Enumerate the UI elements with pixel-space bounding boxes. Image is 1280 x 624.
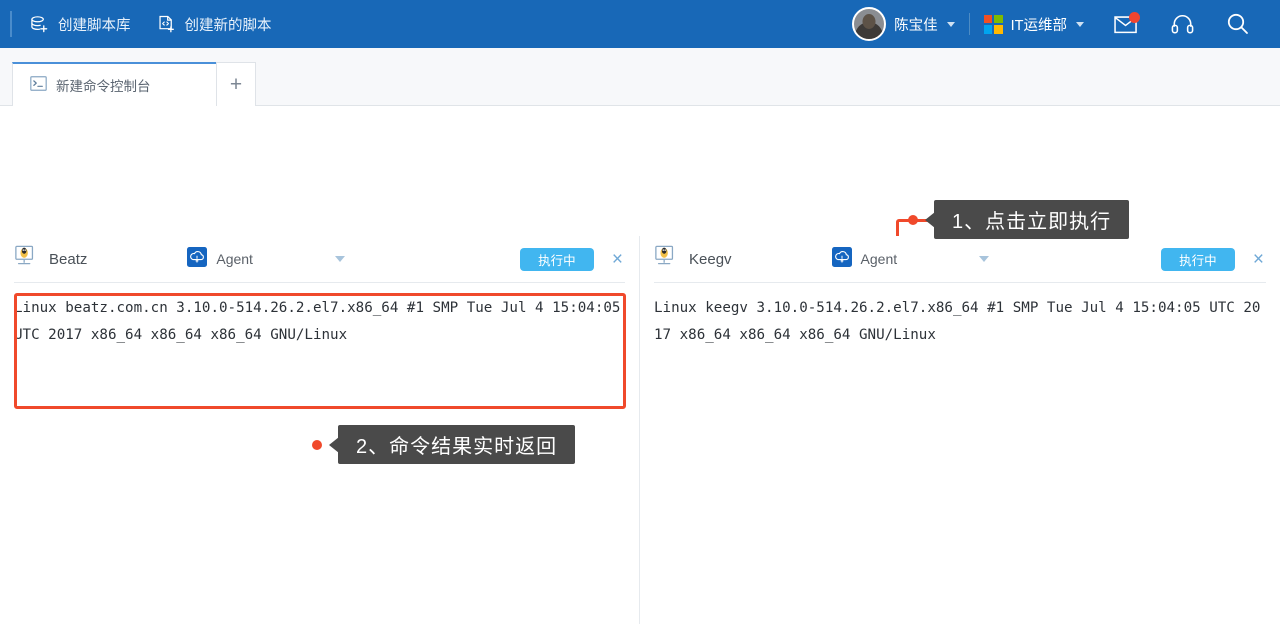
tab-new-command-console[interactable]: 新建命令控制台 <box>12 62 224 106</box>
close-icon[interactable]: × <box>612 250 623 269</box>
chevron-down-icon <box>947 22 955 27</box>
add-tab-button[interactable]: + <box>216 62 256 106</box>
cloud-agent-icon <box>832 247 852 272</box>
avatar <box>852 7 886 41</box>
host-panel-keegv: Keegv Agent 执行中 × Linux keegv 3.10.0-514… <box>640 236 1280 624</box>
panel-header: Beatz Agent 执行中 × <box>14 236 625 283</box>
callout-dot-icon <box>908 215 918 225</box>
callout-step-1: 1、点击立即执行 <box>934 200 1129 239</box>
callout-step-2-text: 2、命令结果实时返回 <box>356 430 557 459</box>
host-name: Keegv <box>689 251 732 268</box>
user-menu[interactable]: 陈宝佳 <box>838 0 969 48</box>
terminal-icon <box>30 76 47 94</box>
linux-monitor-icon <box>14 245 38 273</box>
callout-dot-icon <box>312 440 322 450</box>
mail-unread-badge <box>1129 12 1140 23</box>
status-badge[interactable]: 执行中 <box>1161 248 1235 271</box>
agent-label: Agent <box>216 251 253 267</box>
panel-header: Keegv Agent 执行中 × <box>654 236 1266 283</box>
create-new-script-label: 创建新的脚本 <box>185 14 272 35</box>
agent-label: Agent <box>861 251 898 267</box>
mail-button[interactable] <box>1098 0 1154 48</box>
cloud-agent-icon <box>187 247 207 272</box>
add-tab-label: + <box>230 73 242 97</box>
top-nav-right-group: 陈宝佳 IT运维部 <box>838 0 1280 48</box>
command-output: Linux keegv 3.10.0-514.26.2.el7.x86_64 #… <box>654 295 1266 349</box>
callout-pointer-icon <box>925 212 935 228</box>
output-panels: Beatz Agent 执行中 × Linux beatz.com.cn 3.1… <box>0 236 1280 624</box>
top-nav-left-group: 创建脚本库 创建新的脚本 <box>0 0 290 48</box>
create-script-library-button[interactable]: 创建脚本库 <box>22 0 149 48</box>
linux-monitor-icon <box>654 245 678 273</box>
chevron-down-icon[interactable] <box>335 256 345 262</box>
callout-step-1-text: 1、点击立即执行 <box>952 205 1111 234</box>
command-output: Linux beatz.com.cn 3.10.0-514.26.2.el7.x… <box>14 295 625 349</box>
status-badge[interactable]: 执行中 <box>520 248 594 271</box>
tab-strip: 新建命令控制台 + <box>0 48 1280 106</box>
nav-left-divider <box>10 11 12 37</box>
callout-step-2: 2、命令结果实时返回 <box>338 425 575 464</box>
search-icon <box>1226 12 1250 36</box>
agent-indicator: Agent <box>832 247 898 272</box>
create-script-library-label: 创建脚本库 <box>58 14 131 35</box>
callout-pointer-icon <box>329 437 339 453</box>
windows-logo-icon <box>984 15 1003 34</box>
support-button[interactable] <box>1154 0 1210 48</box>
close-icon[interactable]: × <box>1253 250 1264 269</box>
code-file-add-icon <box>157 15 176 34</box>
create-new-script-button[interactable]: 创建新的脚本 <box>149 0 290 48</box>
user-name: 陈宝佳 <box>894 14 938 35</box>
tab-label: 新建命令控制台 <box>56 75 151 95</box>
chevron-down-icon <box>1076 22 1084 27</box>
department-name: IT运维部 <box>1011 14 1067 35</box>
database-add-icon <box>30 15 49 34</box>
search-button[interactable] <box>1210 0 1266 48</box>
department-menu[interactable]: IT运维部 <box>970 0 1098 48</box>
host-name: Beatz <box>49 251 87 268</box>
chevron-down-icon[interactable] <box>979 256 989 262</box>
top-navigation-bar: 创建脚本库 创建新的脚本 陈宝佳 <box>0 0 1280 48</box>
agent-indicator: Agent <box>187 247 253 272</box>
command-bar: 命令: ? Shell 立即执行 中断执行 <box>0 106 1280 214</box>
headset-icon <box>1170 13 1195 35</box>
